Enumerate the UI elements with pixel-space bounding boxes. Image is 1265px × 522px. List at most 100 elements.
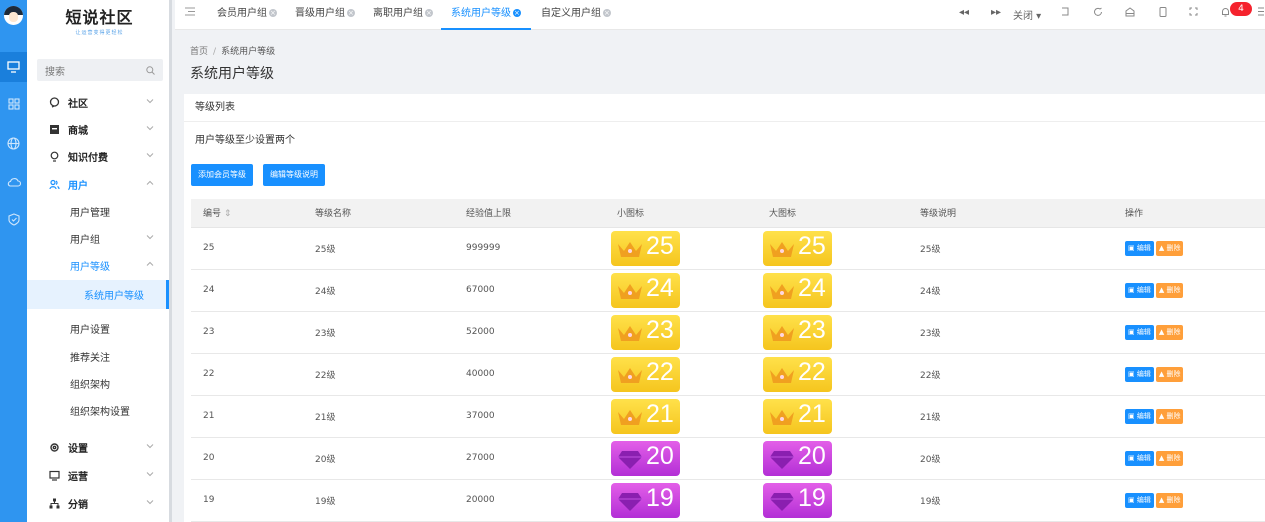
close-icon[interactable] — [269, 0, 277, 27]
sidebar-item-community[interactable]: 社区 — [27, 89, 169, 116]
column-header-id[interactable]: 编号 ⇕ — [191, 199, 303, 228]
sidebar-item-system-user-level[interactable]: 系统用户等级 — [27, 280, 169, 309]
cell-id: 20 — [191, 437, 303, 480]
sidebar-item-settings[interactable]: 设置 — [27, 434, 169, 461]
home-icon[interactable] — [1125, 7, 1135, 20]
cell-exp: 40000 — [454, 353, 605, 396]
small-level-icon: 25 — [611, 230, 680, 266]
crown-icon — [618, 283, 642, 299]
tab-resigned-group[interactable]: 离职用户组 — [373, 0, 433, 30]
cell-actions: ▣ 编辑 ▲ 删除 — [1113, 227, 1265, 270]
close-icon[interactable] — [425, 0, 433, 27]
sidebar-item-mall[interactable]: 商城 — [27, 116, 169, 143]
sidebar-item-operations[interactable]: 运营 — [27, 462, 169, 489]
small-level-icon: 22 — [611, 356, 680, 392]
sidebar-item-org-structure[interactable]: 组织架构 — [27, 370, 169, 397]
column-header-exp: 经验值上限 — [454, 199, 605, 228]
delete-button[interactable]: ▲ 删除 — [1155, 450, 1184, 466]
diamond-icon — [770, 492, 794, 511]
sidebar-item-user-level[interactable]: 用户等级 — [27, 252, 169, 279]
sidebar-item-recommend-follow[interactable]: 推荐关注 — [27, 343, 169, 370]
sidebar-item-user-group[interactable]: 用户组 — [27, 225, 169, 252]
crown-icon — [770, 241, 794, 257]
grid-icon[interactable] — [0, 89, 27, 119]
close-icon[interactable] — [347, 0, 355, 27]
cell-exp: 52000 — [454, 311, 605, 354]
sidebar-item-knowledge[interactable]: 知识付费 — [27, 143, 169, 170]
exit-icon[interactable] — [1061, 7, 1070, 19]
level-table: 编号 ⇕ 等级名称 经验值上限 小图标 大图标 等级说明 操作 25 25级 999… — [191, 199, 1265, 522]
small-level-icon: 20 — [611, 440, 680, 476]
cell-large-icon: 22 — [757, 353, 908, 396]
breadcrumb-home[interactable]: 首页 — [190, 47, 208, 57]
delete-button[interactable]: ▲ 删除 — [1155, 282, 1184, 298]
tab-promotion-group[interactable]: 晋级用户组 — [295, 0, 355, 30]
add-level-button[interactable]: 添加会员等级 — [191, 164, 253, 186]
gear-icon — [50, 443, 59, 452]
cell-small-icon: 19 — [605, 479, 757, 522]
delete-button[interactable]: ▲ 删除 — [1155, 240, 1184, 256]
edit-level-description-button[interactable]: 编辑等级说明 — [263, 164, 325, 186]
monitor-icon[interactable] — [0, 52, 27, 82]
scroll-right-icon[interactable]: ▸▸ — [991, 7, 1001, 18]
delete-button[interactable]: ▲ 删除 — [1155, 366, 1184, 382]
cell-exp: 20000 — [454, 479, 605, 522]
close-icon[interactable] — [513, 0, 521, 27]
cell-large-icon: 24 — [757, 269, 908, 312]
cell-id: 21 — [191, 395, 303, 438]
refresh-icon[interactable] — [1093, 7, 1103, 20]
bulb-icon — [50, 151, 59, 162]
bell-icon[interactable] — [1221, 7, 1230, 20]
tab-member-group[interactable]: 会员用户组 — [217, 0, 277, 30]
tab-system-user-level[interactable]: 系统用户等级 — [441, 0, 531, 30]
chevron-down-icon — [146, 99, 154, 104]
crown-icon — [618, 325, 642, 341]
shield-icon[interactable] — [0, 204, 27, 234]
cell-actions: ▣ 编辑 ▲ 删除 — [1113, 479, 1265, 522]
cell-description: 20级 — [908, 437, 1113, 480]
cloud-icon[interactable] — [0, 167, 27, 197]
sidebar-item-org-structure-settings[interactable]: 组织架构设置 — [27, 397, 169, 424]
sidebar-item-user-settings[interactable]: 用户设置 — [27, 315, 169, 342]
more-menu-icon[interactable] — [1258, 7, 1264, 19]
edit-button[interactable]: ▣ 编辑 — [1125, 282, 1154, 298]
sidebar-search[interactable]: 搜索 — [37, 59, 163, 81]
edit-button[interactable]: ▣ 编辑 — [1125, 324, 1154, 340]
crown-icon — [618, 241, 642, 257]
tab-custom-group[interactable]: 自定义用户组 — [541, 0, 611, 30]
edit-button[interactable]: ▣ 编辑 — [1125, 408, 1154, 424]
sidebar-item-distribution[interactable]: 分销 — [27, 490, 169, 517]
crown-icon — [618, 409, 642, 425]
fullscreen-icon[interactable] — [1189, 7, 1198, 19]
edit-button[interactable]: ▣ 编辑 — [1125, 492, 1154, 508]
sidebar-item-users[interactable]: 用户 — [27, 171, 169, 198]
table-row: 21 21级 37000 21 21 21级 ▣ 编辑 ▲ 删除 — [191, 395, 1265, 438]
edit-button[interactable]: ▣ 编辑 — [1125, 366, 1154, 382]
delete-button[interactable]: ▲ 删除 — [1155, 408, 1184, 424]
sort-icon[interactable]: ⇕ — [224, 209, 232, 219]
search-icon — [146, 65, 155, 75]
edit-button[interactable]: ▣ 编辑 — [1125, 240, 1154, 256]
close-dropdown[interactable]: 关闭 ▾ — [1013, 7, 1041, 22]
chat-icon — [49, 97, 60, 108]
icon-rail — [0, 0, 27, 522]
small-level-icon: 23 — [611, 314, 680, 350]
delete-button[interactable]: ▲ 删除 — [1155, 324, 1184, 340]
cell-name: 24级 — [303, 269, 454, 312]
card-note: 用户等级至少设置两个 — [195, 135, 295, 146]
globe-icon[interactable] — [0, 128, 27, 158]
edit-button[interactable]: ▣ 编辑 — [1125, 450, 1154, 466]
column-header-name: 等级名称 — [303, 199, 454, 228]
hierarchy-icon — [49, 498, 60, 509]
cell-small-icon: 24 — [605, 269, 757, 312]
menu-toggle-icon[interactable] — [185, 7, 195, 19]
delete-button[interactable]: ▲ 删除 — [1155, 492, 1184, 508]
avatar[interactable] — [4, 6, 23, 25]
close-icon[interactable] — [603, 0, 611, 27]
crown-icon — [770, 367, 794, 383]
users-icon — [49, 179, 60, 190]
scroll-left-icon[interactable]: ◂◂ — [959, 7, 969, 18]
sidebar-item-user-management[interactable]: 用户管理 — [27, 198, 169, 225]
mobile-icon[interactable] — [1159, 7, 1167, 20]
tab-bar: 会员用户组 晋级用户组 离职用户组 系统用户等级 自定义用户组 ◂◂ ▸▸ 关闭… — [175, 0, 1265, 30]
